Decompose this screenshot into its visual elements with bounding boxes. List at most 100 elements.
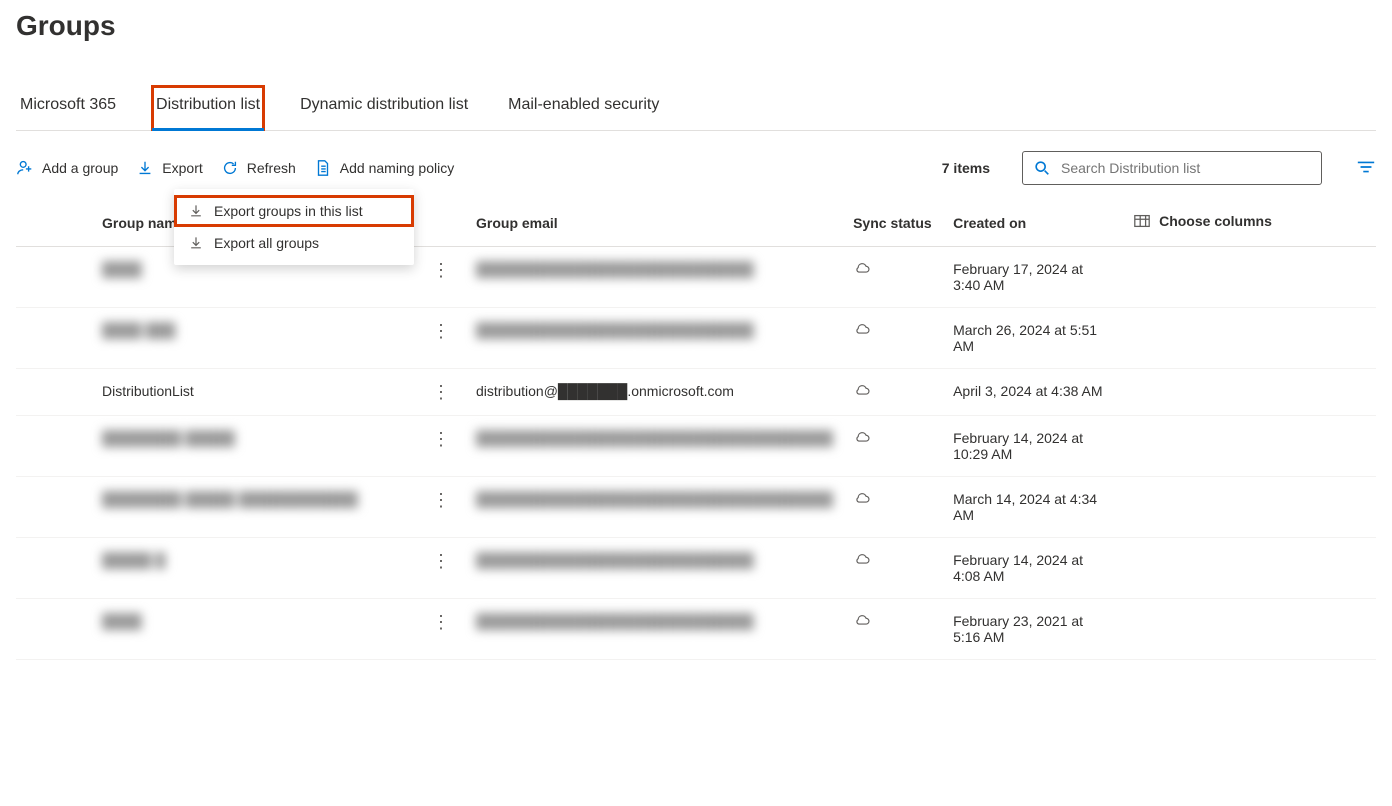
cloud-icon xyxy=(853,261,871,275)
row-menu-button[interactable]: ⋮ xyxy=(416,247,466,308)
row-menu-button[interactable]: ⋮ xyxy=(416,538,466,599)
vertical-dots-icon: ⋮ xyxy=(432,429,450,449)
row-menu-button[interactable]: ⋮ xyxy=(416,477,466,538)
toolbar: Add a group Export Refresh Add naming po… xyxy=(16,131,1376,199)
cloud-icon xyxy=(853,491,871,505)
row-created-cell: March 26, 2024 at 5:51 AM xyxy=(943,308,1123,369)
row-checkbox-cell[interactable] xyxy=(16,308,66,369)
export-groups-in-list[interactable]: Export groups in this list xyxy=(174,195,414,227)
export-all-groups[interactable]: Export all groups xyxy=(174,227,414,259)
row-created-cell: February 17, 2024 at 3:40 AM xyxy=(943,247,1123,308)
row-sync-cell xyxy=(843,538,943,599)
page-title: Groups xyxy=(16,10,1376,42)
row-email-cell: ████████████████████████████████████ xyxy=(466,477,843,538)
vertical-dots-icon: ⋮ xyxy=(432,260,450,280)
row-email-cell: ████████████████████████████ xyxy=(466,247,843,308)
export-in-list-label: Export groups in this list xyxy=(214,203,363,219)
row-menu-button[interactable]: ⋮ xyxy=(416,308,466,369)
item-count: 7 items xyxy=(942,160,990,176)
col-sync-header[interactable]: Sync status xyxy=(843,199,943,247)
export-all-label: Export all groups xyxy=(214,235,319,251)
choose-columns-button[interactable]: Choose columns xyxy=(1133,213,1272,229)
vertical-dots-icon: ⋮ xyxy=(432,382,450,402)
row-name-cell[interactable]: DistributionList xyxy=(66,369,416,416)
download-icon xyxy=(188,235,204,251)
row-checkbox-cell[interactable] xyxy=(16,247,66,308)
cloud-icon xyxy=(853,430,871,444)
naming-policy-label: Add naming policy xyxy=(340,160,454,176)
export-button[interactable]: Export xyxy=(136,159,202,177)
row-created-cell: March 14, 2024 at 4:34 AM xyxy=(943,477,1123,538)
tab-microsoft-365[interactable]: Microsoft 365 xyxy=(16,86,120,130)
row-checkbox-cell[interactable] xyxy=(16,599,66,660)
row-menu-button[interactable]: ⋮ xyxy=(416,416,466,477)
row-menu-button[interactable]: ⋮ xyxy=(416,599,466,660)
row-menu-button[interactable]: ⋮ xyxy=(416,369,466,416)
row-name-cell[interactable]: ████ xyxy=(66,599,416,660)
download-icon xyxy=(188,203,204,219)
row-created-cell: February 14, 2024 at 10:29 AM xyxy=(943,416,1123,477)
row-name-cell[interactable]: ████ ███ xyxy=(66,308,416,369)
cloud-icon xyxy=(853,322,871,336)
search-box[interactable] xyxy=(1022,151,1322,185)
table-row[interactable]: █████ █⋮████████████████████████████Febr… xyxy=(16,538,1376,599)
table-row[interactable]: DistributionList ⋮ distribution@███████.on… xyxy=(16,369,1376,416)
row-created-cell: February 23, 2021 at 5:16 AM xyxy=(943,599,1123,660)
row-spare-cell xyxy=(1123,308,1376,369)
row-checkbox-cell[interactable] xyxy=(16,538,66,599)
columns-icon xyxy=(1133,213,1151,229)
table-row[interactable]: ████ ███ ⋮ ████████████████████████████ Mar… xyxy=(16,308,1376,369)
row-name-cell[interactable]: ████████ █████ xyxy=(66,416,416,477)
filter-icon xyxy=(1356,159,1376,175)
vertical-dots-icon: ⋮ xyxy=(432,490,450,510)
tab-dynamic-distribution-list[interactable]: Dynamic distribution list xyxy=(296,86,472,130)
row-spare-cell xyxy=(1123,538,1376,599)
table-row[interactable]: ████ ⋮ ████████████████████████████ Februar… xyxy=(16,599,1376,660)
row-email-cell: distribution@███████.onmicrosoft.com xyxy=(466,369,843,416)
row-created-cell: February 14, 2024 at 4:08 AM xyxy=(943,538,1123,599)
tabs: Microsoft 365 Distribution list Dynamic … xyxy=(16,86,1376,131)
choose-columns-label: Choose columns xyxy=(1159,213,1272,229)
table-row[interactable]: ████████ █████ ████████████ ⋮ ████████████… xyxy=(16,477,1376,538)
add-user-icon xyxy=(16,159,34,177)
search-input[interactable] xyxy=(1061,160,1311,176)
refresh-label: Refresh xyxy=(247,160,296,176)
row-checkbox-cell[interactable] xyxy=(16,477,66,538)
cloud-icon xyxy=(853,383,871,397)
tab-mail-enabled-security[interactable]: Mail-enabled security xyxy=(504,86,663,130)
export-label: Export xyxy=(162,160,202,176)
row-checkbox-cell[interactable] xyxy=(16,416,66,477)
add-naming-policy-button[interactable]: Add naming policy xyxy=(314,159,454,177)
cloud-icon xyxy=(853,613,871,627)
col-email-header[interactable]: Group email xyxy=(466,199,843,247)
refresh-button[interactable]: Refresh xyxy=(221,159,296,177)
table-row[interactable]: ████████ █████ ⋮ █████████████████████████… xyxy=(16,416,1376,477)
row-name-cell[interactable]: ████████ █████ ████████████ xyxy=(66,477,416,538)
row-sync-cell xyxy=(843,308,943,369)
col-choose-header: Choose columns xyxy=(1123,199,1376,247)
row-spare-cell xyxy=(1123,247,1376,308)
add-group-label: Add a group xyxy=(42,160,118,176)
row-sync-cell xyxy=(843,599,943,660)
row-spare-cell xyxy=(1123,477,1376,538)
row-name-cell[interactable]: █████ █ xyxy=(66,538,416,599)
cloud-icon xyxy=(853,552,871,566)
row-email-cell: ████████████████████████████ xyxy=(466,308,843,369)
row-created-cell: April 3, 2024 at 4:38 AM xyxy=(943,369,1123,416)
row-sync-cell xyxy=(843,369,943,416)
col-created-header[interactable]: Created on xyxy=(943,199,1123,247)
filter-button[interactable] xyxy=(1356,159,1376,178)
vertical-dots-icon: ⋮ xyxy=(432,321,450,341)
row-sync-cell xyxy=(843,477,943,538)
refresh-icon xyxy=(221,159,239,177)
row-spare-cell xyxy=(1123,599,1376,660)
add-group-button[interactable]: Add a group xyxy=(16,159,118,177)
row-spare-cell xyxy=(1123,369,1376,416)
row-email-cell: ████████████████████████████ xyxy=(466,599,843,660)
vertical-dots-icon: ⋮ xyxy=(432,612,450,632)
col-checkbox-header xyxy=(16,199,66,247)
row-checkbox-cell[interactable] xyxy=(16,369,66,416)
document-icon xyxy=(314,159,332,177)
row-email-cell: ████████████████████████████████████ xyxy=(466,416,843,477)
tab-distribution-list[interactable]: Distribution list xyxy=(152,86,264,130)
